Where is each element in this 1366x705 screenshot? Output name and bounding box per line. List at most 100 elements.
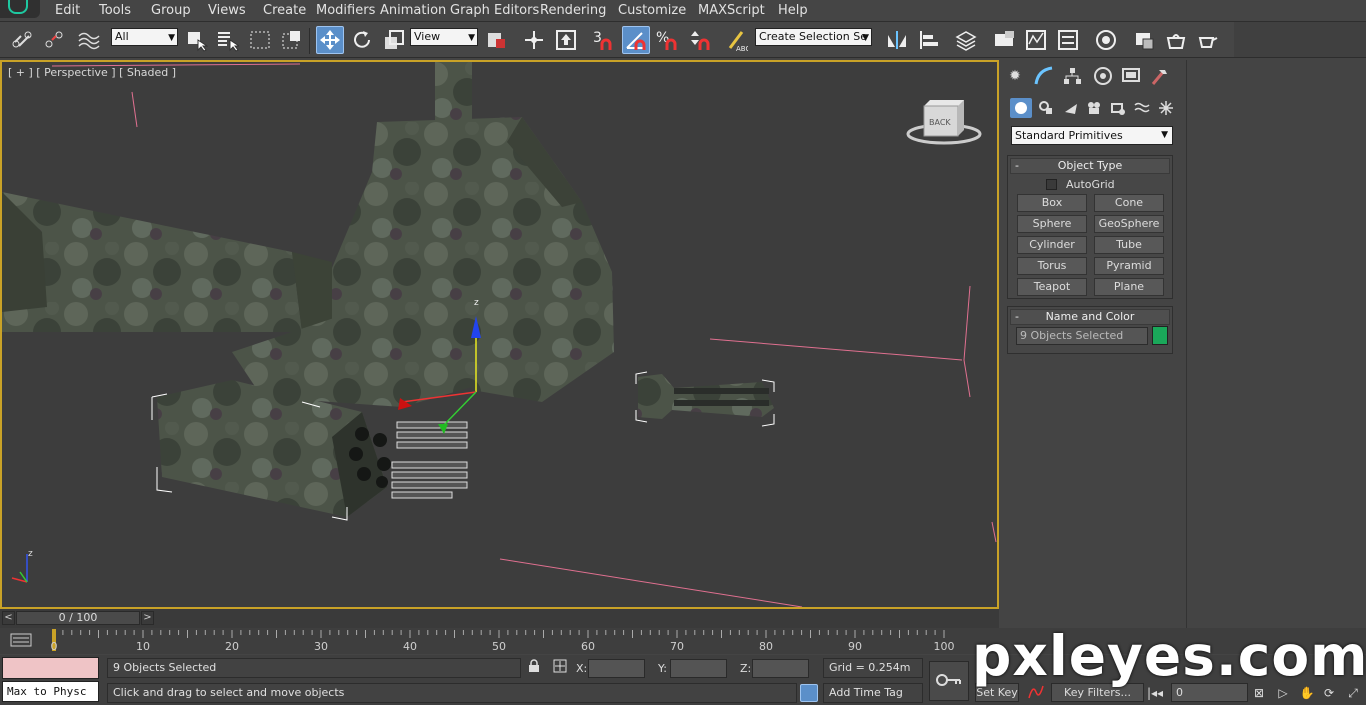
viewcube[interactable]: BACK bbox=[906, 100, 982, 145]
gun-barrels[interactable] bbox=[391, 421, 468, 499]
absolute-mode-icon[interactable] bbox=[551, 659, 569, 677]
utilities-tab-icon[interactable] bbox=[1147, 65, 1171, 87]
time-slider-next-button[interactable]: > bbox=[141, 611, 154, 625]
cylinder-button[interactable]: Cylinder bbox=[1017, 236, 1087, 254]
layer-manager-icon[interactable] bbox=[952, 26, 980, 54]
torus-button[interactable]: Torus bbox=[1017, 257, 1087, 275]
helpers-icon[interactable] bbox=[1107, 98, 1129, 118]
menu-customize[interactable]: Customize bbox=[618, 2, 686, 20]
bind-space-warp-icon[interactable] bbox=[74, 26, 102, 54]
modify-tab-icon[interactable] bbox=[1032, 65, 1056, 87]
pyramid-button[interactable]: Pyramid bbox=[1094, 257, 1164, 275]
x-coordinate-field[interactable] bbox=[588, 659, 645, 678]
select-manipulate-icon[interactable] bbox=[520, 26, 548, 54]
unlink-icon[interactable] bbox=[40, 26, 68, 54]
cone-button[interactable]: Cone bbox=[1094, 194, 1164, 212]
y-label: Y: bbox=[658, 662, 667, 675]
menu-create[interactable]: Create bbox=[263, 2, 306, 20]
angle-snap-icon[interactable] bbox=[622, 26, 650, 54]
time-slider[interactable]: < 0 / 100 > bbox=[0, 609, 999, 628]
select-object-icon[interactable] bbox=[182, 26, 210, 54]
menu-help[interactable]: Help bbox=[778, 2, 808, 20]
menu-views[interactable]: Views bbox=[208, 2, 246, 20]
time-slider-prev-button[interactable]: < bbox=[2, 611, 15, 625]
spinner-snap-icon[interactable] bbox=[686, 26, 714, 54]
select-by-name-icon[interactable] bbox=[213, 26, 241, 54]
z-coordinate-field[interactable] bbox=[752, 659, 809, 678]
perspective-viewport[interactable]: [ + ] [ Perspective ] [ Shaded ] z z BAC… bbox=[0, 60, 999, 609]
rendered-frame-icon[interactable] bbox=[1130, 26, 1158, 54]
tube-button[interactable]: Tube bbox=[1094, 236, 1164, 254]
geometry-icon[interactable] bbox=[1010, 98, 1032, 118]
scale-icon[interactable] bbox=[380, 26, 408, 54]
coordinate-system-value: View bbox=[414, 30, 441, 43]
cameras-icon[interactable] bbox=[1083, 98, 1105, 118]
set-key-icon[interactable] bbox=[929, 661, 969, 701]
add-time-tag-button[interactable]: Add Time Tag bbox=[823, 683, 923, 703]
menu-edit[interactable]: Edit bbox=[55, 2, 80, 20]
keyboard-shortcut-override-icon[interactable] bbox=[552, 26, 580, 54]
autogrid-checkbox[interactable] bbox=[1046, 179, 1057, 190]
link-icon[interactable] bbox=[8, 26, 36, 54]
render-setup-icon[interactable] bbox=[1092, 26, 1120, 54]
menu-maxscript[interactable]: MAXScript bbox=[698, 2, 765, 20]
curve-editor-icon[interactable] bbox=[990, 26, 1018, 54]
menu-animation[interactable]: Animation bbox=[380, 2, 446, 20]
menu-tools[interactable]: Tools bbox=[99, 2, 131, 20]
time-slider-thumb[interactable]: 0 / 100 bbox=[16, 611, 140, 625]
menu-graph-editors[interactable]: Graph Editors bbox=[450, 2, 539, 20]
menu-rendering[interactable]: Rendering bbox=[540, 2, 606, 20]
teapot-button[interactable]: Teapot bbox=[1017, 278, 1087, 296]
selection-filter-dropdown[interactable]: All ▼ bbox=[111, 28, 178, 46]
helicopter-model[interactable] bbox=[2, 62, 614, 517]
collapse-toggle[interactable]: - bbox=[1015, 159, 1019, 173]
minigun-model[interactable] bbox=[638, 374, 774, 419]
snap-toggle-icon[interactable]: 3 bbox=[590, 26, 618, 54]
maxscript-mini-listener[interactable]: Max to Physc bbox=[2, 681, 99, 702]
chevron-down-icon: ▼ bbox=[168, 33, 175, 43]
align-icon[interactable] bbox=[915, 26, 943, 54]
sphere-button[interactable]: Sphere bbox=[1017, 215, 1087, 233]
object-type-header[interactable]: - Object Type bbox=[1010, 158, 1170, 174]
scene-boundary-line bbox=[499, 558, 803, 607]
box-button[interactable]: Box bbox=[1017, 194, 1087, 212]
app-logo-icon[interactable] bbox=[0, 0, 40, 18]
display-tab-icon[interactable] bbox=[1119, 65, 1143, 87]
plane-button[interactable]: Plane bbox=[1094, 278, 1164, 296]
named-selection-sets-dropdown[interactable]: Create Selection Se ▼ bbox=[755, 28, 872, 46]
window-crossing-icon[interactable] bbox=[278, 26, 306, 54]
shapes-icon[interactable] bbox=[1035, 98, 1057, 118]
object-category-dropdown[interactable]: Standard Primitives ▼ bbox=[1011, 126, 1173, 145]
name-and-color-header[interactable]: - Name and Color bbox=[1010, 309, 1170, 325]
menu-bar: Edit Tools Group Views Create Modifiers … bbox=[0, 0, 1366, 22]
rect-region-icon[interactable] bbox=[246, 26, 274, 54]
percent-snap-icon[interactable]: % bbox=[654, 26, 682, 54]
hierarchy-tab-icon[interactable] bbox=[1060, 65, 1084, 87]
menu-group[interactable]: Group bbox=[151, 2, 191, 20]
edit-named-sets-icon[interactable]: ABC bbox=[722, 26, 750, 54]
rotate-icon[interactable] bbox=[348, 26, 376, 54]
motion-tab-icon[interactable] bbox=[1091, 65, 1115, 87]
geosphere-button[interactable]: GeoSphere bbox=[1094, 215, 1164, 233]
systems-icon[interactable] bbox=[1155, 98, 1177, 118]
move-icon[interactable] bbox=[316, 26, 344, 54]
object-name-field[interactable]: 9 Objects Selected bbox=[1016, 327, 1148, 345]
space-warps-icon[interactable] bbox=[1131, 98, 1153, 118]
time-tag-icon[interactable] bbox=[800, 684, 818, 702]
object-category-value: Standard Primitives bbox=[1015, 129, 1123, 142]
selection-lock-icon[interactable] bbox=[525, 659, 543, 677]
pivot-icon[interactable] bbox=[482, 26, 510, 54]
lights-icon[interactable] bbox=[1060, 98, 1082, 118]
render-iterative-icon[interactable] bbox=[1194, 26, 1222, 54]
collapse-toggle[interactable]: - bbox=[1015, 310, 1019, 324]
y-coordinate-field[interactable] bbox=[670, 659, 727, 678]
menu-modifiers[interactable]: Modifiers bbox=[316, 2, 375, 20]
mirror-icon[interactable] bbox=[883, 26, 911, 54]
create-tab-icon[interactable]: ✹ bbox=[1003, 65, 1027, 87]
maxscript-mini-listener-top[interactable] bbox=[2, 657, 99, 679]
coordinate-system-dropdown[interactable]: View ▼ bbox=[410, 28, 478, 46]
render-production-icon[interactable] bbox=[1162, 26, 1190, 54]
object-color-swatch[interactable] bbox=[1152, 326, 1168, 345]
schematic-view-icon[interactable] bbox=[1022, 26, 1050, 54]
material-editor-icon[interactable] bbox=[1054, 26, 1082, 54]
